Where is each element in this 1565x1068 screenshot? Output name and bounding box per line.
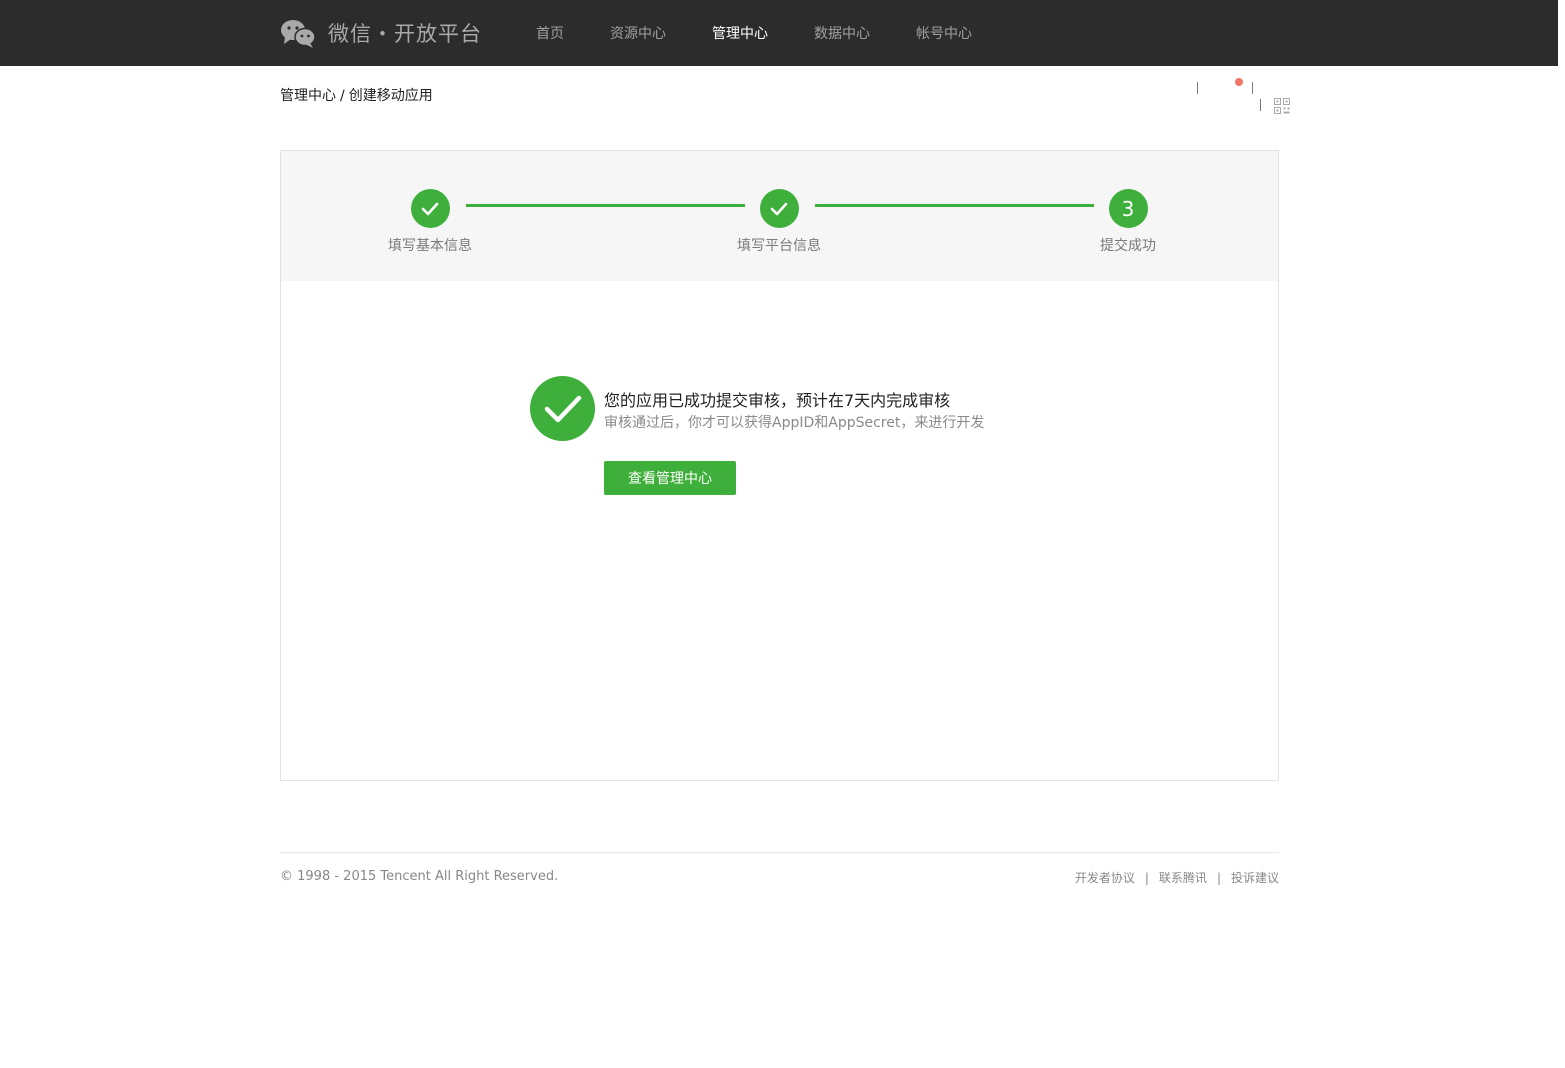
logo[interactable]: 微信・开放平台 [280,16,482,50]
footer-link-contact[interactable]: 联系腾讯 [1159,869,1207,886]
logo-text: 微信・开放平台 [328,22,482,46]
footer-separator: | [1144,870,1149,885]
submit-result: 您的应用已成功提交审核，预计在7天内完成审核 审核通过后，你才可以获得AppID… [530,376,1050,506]
footer-links: 开发者协议 | 联系腾讯 | 投诉建议 [1075,869,1279,886]
footer-link-developer-agreement[interactable]: 开发者协议 [1075,869,1135,886]
step-connector [466,204,745,207]
top-navigation-bar: 微信・开放平台 首页 资源中心 管理中心 数据中心 帐号中心 [0,0,1558,66]
step-label: 填写基本信息 [388,238,472,254]
view-management-button[interactable]: 查看管理中心 [604,461,736,495]
breadcrumb-separator: / [340,88,345,104]
breadcrumb: 管理中心 / 创建移动应用 [280,85,433,105]
breadcrumb-parent[interactable]: 管理中心 [280,88,336,104]
main-nav: 首页 资源中心 管理中心 数据中心 帐号中心 [536,0,1018,66]
step-platform-info: 填写平台信息 [709,189,849,255]
wechat-logo-icon [280,18,316,48]
step-number: 3 [1108,189,1148,228]
step-submitted: 3 提交成功 [1058,189,1198,255]
step-basic-info: 填写基本信息 [360,189,500,255]
check-icon [410,189,450,228]
tool-divider [1260,99,1261,111]
check-icon [759,189,799,228]
copyright: © 1998 - 2015 Tencent All Right Reserved… [280,869,559,884]
footer-separator: | [1216,870,1221,885]
notification-dot[interactable] [1235,78,1243,86]
nav-item-data[interactable]: 数据中心 [814,23,870,43]
tool-divider [1197,82,1198,94]
nav-item-account[interactable]: 帐号中心 [916,23,972,43]
nav-item-home[interactable]: 首页 [536,23,564,43]
header-tools [1190,74,1300,118]
nav-item-resources[interactable]: 资源中心 [610,23,666,43]
step-label: 填写平台信息 [737,238,821,254]
step-label: 提交成功 [1100,238,1156,254]
breadcrumb-current: 创建移动应用 [348,88,433,104]
create-app-card: 填写基本信息 填写平台信息 3 提交成功 您的应用已成功提交审核，预计在7天内完… [280,150,1279,781]
nav-item-management[interactable]: 管理中心 [712,23,768,43]
footer-divider [280,852,1279,853]
result-description: 审核通过后，你才可以获得AppID和AppSecret，来进行开发 [604,415,985,431]
step-connector [815,204,1094,207]
footer-link-feedback[interactable]: 投诉建议 [1231,869,1279,886]
success-check-icon [530,376,595,441]
result-title: 您的应用已成功提交审核，预计在7天内完成审核 [604,391,951,410]
qrcode-icon[interactable] [1274,98,1290,118]
tool-divider [1252,82,1253,94]
progress-steps: 填写基本信息 填写平台信息 3 提交成功 [281,151,1278,281]
